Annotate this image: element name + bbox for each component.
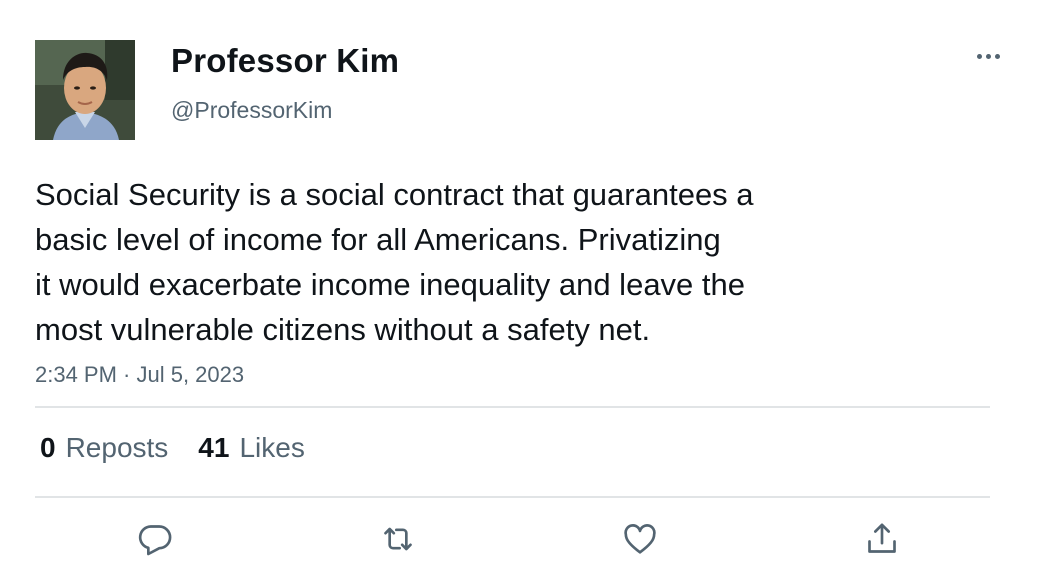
- avatar[interactable]: [35, 40, 135, 140]
- more-dot: [994, 53, 1000, 59]
- likes-label: Likes: [239, 432, 305, 463]
- tweet-text: Social Security is a social contract tha…: [35, 172, 895, 352]
- avatar-image: [35, 40, 135, 140]
- likes-stat[interactable]: 41 Likes: [198, 432, 305, 464]
- action-bar: [0, 514, 1050, 564]
- engagement-stats: 0 Reposts 41 Likes: [40, 432, 335, 464]
- tweet-text-line: Social Security is a social contract tha…: [35, 177, 754, 212]
- repost-button[interactable]: [373, 514, 423, 564]
- tweet-text-line: most vulnerable citizens without a safet…: [35, 312, 651, 347]
- likes-count: 41: [198, 432, 230, 463]
- tweet-card: Professor Kim @ProfessorKim Social Secur…: [0, 0, 1050, 570]
- like-button[interactable]: [615, 514, 665, 564]
- tweet-timestamp[interactable]: 2:34 PM · Jul 5, 2023: [35, 362, 244, 388]
- heart-icon: [624, 524, 656, 554]
- reply-button[interactable]: [130, 514, 180, 564]
- repost-icon: [384, 527, 412, 551]
- author-handle[interactable]: @ProfessorKim: [171, 97, 332, 124]
- more-dot: [985, 53, 991, 59]
- author-display-name[interactable]: Professor Kim: [171, 42, 399, 80]
- divider: [35, 496, 990, 498]
- share-icon: [868, 523, 896, 553]
- reposts-count: 0: [40, 432, 56, 463]
- tweet-text-line: basic level of income for all Americans.…: [35, 222, 721, 257]
- divider: [35, 406, 990, 408]
- tweet-text-line: it would exacerbate income inequality an…: [35, 267, 746, 302]
- reposts-stat[interactable]: 0 Reposts: [40, 432, 168, 464]
- reposts-label: Reposts: [65, 432, 169, 463]
- more-dot: [976, 53, 982, 59]
- share-button[interactable]: [857, 514, 907, 564]
- reply-icon: [138, 525, 172, 556]
- more-options-icon[interactable]: [968, 42, 1008, 70]
